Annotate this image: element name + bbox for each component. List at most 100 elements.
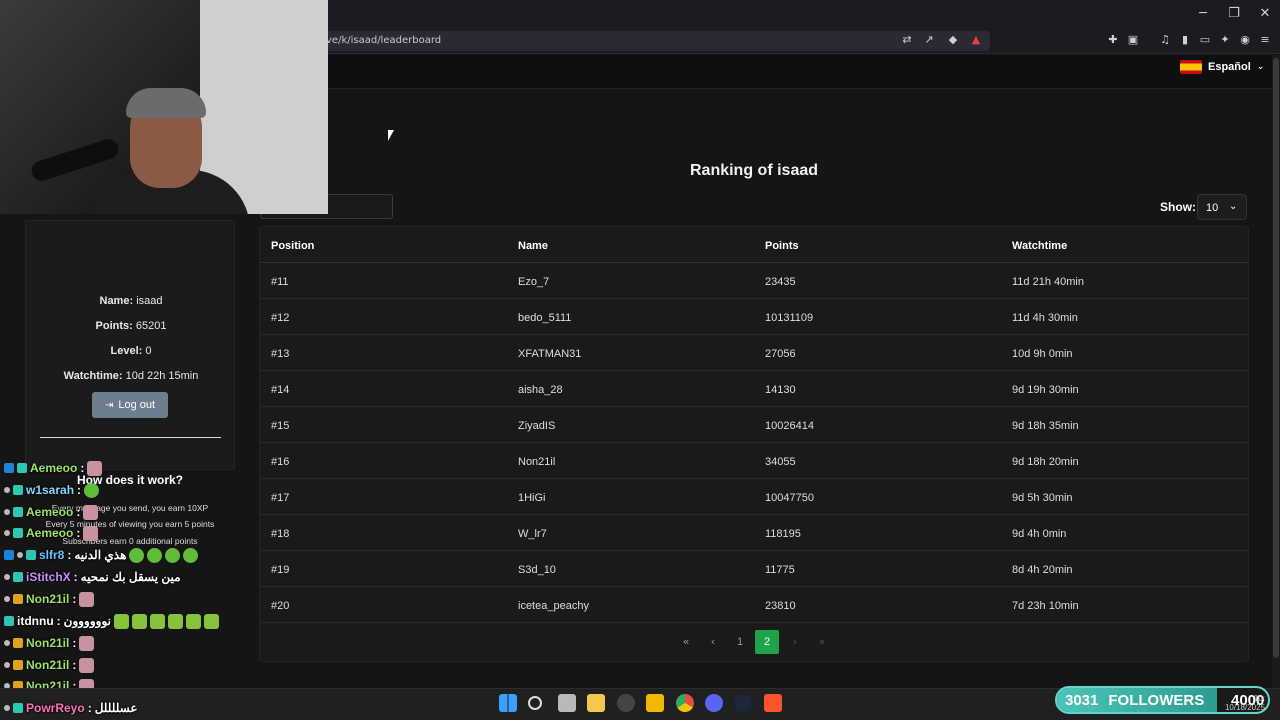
gift-badge-icon xyxy=(13,528,23,538)
table-row: #12 bedo_5111 10131109 11d 4h 30min xyxy=(260,299,1248,335)
emote-icon xyxy=(113,613,129,629)
chat-username: slfr8 xyxy=(39,548,65,562)
profile-name: Name: isaad xyxy=(99,295,163,307)
row-position: #14 xyxy=(271,384,290,396)
emote-icon xyxy=(131,613,147,629)
crown-badge-icon xyxy=(13,594,23,604)
page-title: Ranking of isaad xyxy=(689,162,819,179)
column-position[interactable]: Position xyxy=(271,240,314,252)
crown-badge-icon xyxy=(13,660,23,670)
row-position: #17 xyxy=(271,492,290,504)
leo-ai-icon[interactable]: ✦ xyxy=(1218,33,1232,47)
profile-level: Level: 0 xyxy=(110,345,152,357)
dot-badge-icon xyxy=(4,640,10,646)
row-watchtime: 9d 18h 20min xyxy=(1012,456,1079,468)
vpn-icon[interactable]: ◉ xyxy=(1238,33,1252,47)
discord-icon[interactable] xyxy=(705,694,723,712)
row-name: bedo_5111 xyxy=(518,312,572,324)
table-header: Position Name Points Watchtime xyxy=(260,227,1248,263)
chat-message: Non21il: xyxy=(4,656,95,674)
emote-icon xyxy=(83,525,99,541)
wallet-icon[interactable]: ▭ xyxy=(1198,33,1212,47)
translate-icon[interactable]: ⇄ xyxy=(900,33,914,47)
column-points[interactable]: Points xyxy=(765,240,799,252)
emote-icon xyxy=(79,591,95,607)
search-icon[interactable] xyxy=(528,696,542,710)
menu-icon[interactable]: ≡ xyxy=(1258,33,1272,47)
chat-username: iStitchX xyxy=(26,570,71,584)
brave-shield-icon[interactable]: ◆ xyxy=(946,33,960,47)
emote-icon xyxy=(149,613,165,629)
scrollbar-thumb[interactable] xyxy=(1273,58,1279,658)
prime-badge-icon xyxy=(4,463,14,473)
row-watchtime: 9d 5h 30min xyxy=(1012,492,1073,504)
emote-icon xyxy=(203,613,219,629)
page-size-select[interactable]: 10 xyxy=(1197,194,1247,220)
minimize-button[interactable]: ─ xyxy=(1188,6,1218,21)
chat-message: iStitchX: مين يسقل بك نمحيه xyxy=(4,568,181,586)
row-name: S3d_10 xyxy=(518,564,556,576)
last-page-button[interactable]: » xyxy=(810,630,834,654)
column-watchtime[interactable]: Watchtime xyxy=(1012,240,1067,252)
share-icon[interactable]: ↗ xyxy=(922,33,936,47)
spain-flag-icon xyxy=(1180,60,1202,74)
gift-badge-icon xyxy=(13,703,23,713)
steam-icon[interactable] xyxy=(734,694,752,712)
row-watchtime: 10d 9h 0min xyxy=(1012,348,1073,360)
music-icon[interactable]: ♫ xyxy=(1158,33,1172,47)
gift-badge-icon xyxy=(4,616,14,626)
chat-message: w1sarah: xyxy=(4,481,100,499)
emote-icon xyxy=(167,613,183,629)
screenshot-icon[interactable]: ▣ xyxy=(1126,33,1140,47)
row-position: #20 xyxy=(271,600,290,612)
brave-icon[interactable] xyxy=(764,694,782,712)
column-name[interactable]: Name xyxy=(518,240,548,252)
language-selector[interactable]: Español ⌄ xyxy=(1180,59,1264,75)
dot-badge-icon xyxy=(4,596,10,602)
chat-message: slfr8: هذي الدنيه xyxy=(4,546,199,564)
close-window-button[interactable]: ✕ xyxy=(1250,6,1280,21)
language-label: Español xyxy=(1208,61,1251,73)
emote-icon xyxy=(84,482,100,498)
extensions-icon[interactable]: ✚ xyxy=(1106,33,1120,47)
file-explorer-icon[interactable] xyxy=(646,694,664,712)
brave-rewards-icon[interactable]: ▲ xyxy=(969,33,983,47)
chat-username: w1sarah xyxy=(26,483,75,497)
chat-message: itdnnu: نوووووون xyxy=(4,612,219,630)
next-page-button[interactable]: › xyxy=(783,630,807,654)
emote-icon xyxy=(79,657,95,673)
first-page-button[interactable]: « xyxy=(674,630,698,654)
page-1-button[interactable]: 1 xyxy=(728,630,752,654)
chat-username: itdnnu xyxy=(17,614,54,628)
chat-username: Aemeoo xyxy=(30,461,78,475)
chat-text: هذي الدنيه xyxy=(74,548,127,562)
row-watchtime: 9d 18h 35min xyxy=(1012,420,1079,432)
row-name: icetea_peachy xyxy=(518,600,589,612)
row-name: aisha_28 xyxy=(518,384,563,396)
chrome-icon[interactable] xyxy=(676,694,694,712)
row-points: 23810 xyxy=(765,600,796,612)
chat-text: عسللللل xyxy=(94,701,138,715)
row-points: 11775 xyxy=(765,564,795,576)
row-points: 10026414 xyxy=(765,420,814,432)
row-name: 1HiGi xyxy=(518,492,546,504)
taskbar-clock[interactable]: 10: 10/18/2025 xyxy=(1205,694,1265,712)
maximize-button[interactable]: ❐ xyxy=(1219,6,1249,21)
logout-button[interactable]: ⇥ Log out xyxy=(92,392,168,418)
page-2-button[interactable]: 2 xyxy=(755,630,779,654)
task-view-icon[interactable] xyxy=(558,694,576,712)
dot-badge-icon xyxy=(4,574,10,580)
start-icon[interactable] xyxy=(499,694,517,712)
prev-page-button[interactable]: ‹ xyxy=(701,630,725,654)
row-position: #18 xyxy=(271,528,290,540)
emote-icon xyxy=(185,613,201,629)
store-icon[interactable] xyxy=(587,694,605,712)
dot-badge-icon xyxy=(4,662,10,668)
gift-badge-icon xyxy=(13,485,23,495)
app-icon[interactable] xyxy=(617,694,635,712)
chat-username: PowrReyo xyxy=(26,701,85,715)
gift-badge-icon xyxy=(13,507,23,517)
prime-badge-icon xyxy=(4,550,14,560)
sidebar-icon[interactable]: ▮ xyxy=(1178,33,1192,47)
crown-badge-icon xyxy=(13,638,23,648)
